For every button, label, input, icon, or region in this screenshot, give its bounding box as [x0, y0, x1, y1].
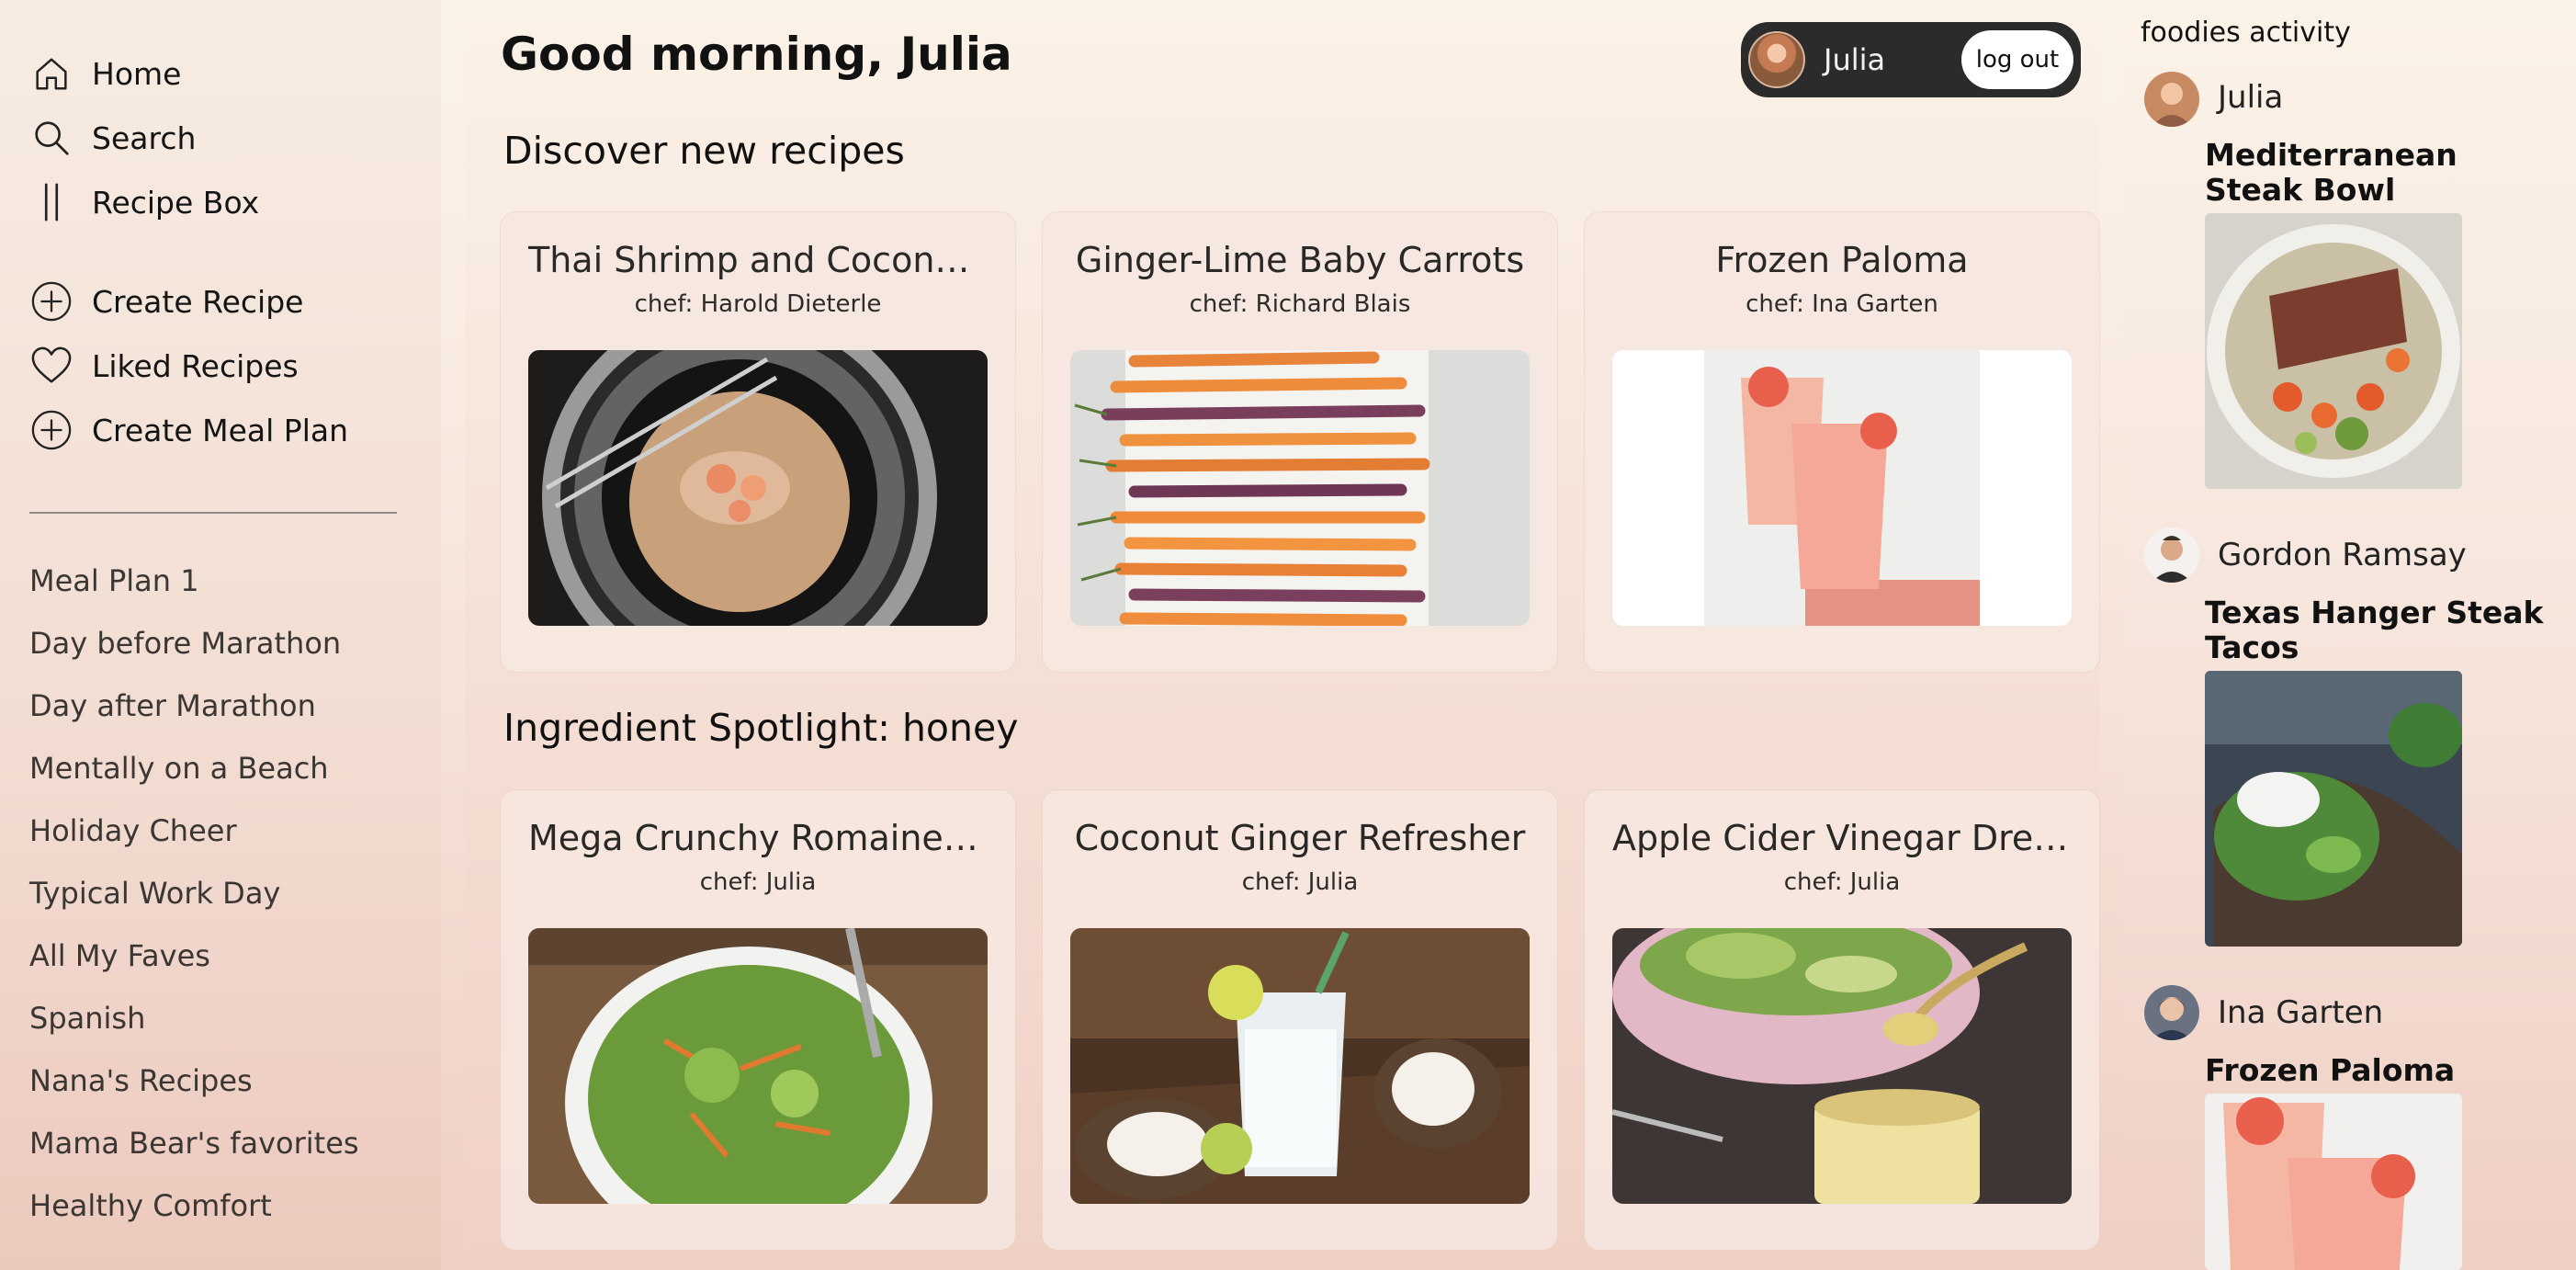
recipe-card[interactable]: Ginger-Lime Baby Carrots chef: Richard B…: [1043, 212, 1557, 672]
nav-search[interactable]: Search: [29, 110, 196, 165]
activity-user[interactable]: Julia: [2218, 79, 2283, 116]
nav-liked-recipes[interactable]: Liked Recipes: [29, 338, 299, 393]
recipe-card[interactable]: Frozen Paloma chef: Ina Garten: [1585, 212, 2099, 672]
meal-plan-item[interactable]: All My Faves: [29, 934, 210, 978]
meal-plan-item[interactable]: Nana's Recipes: [29, 1059, 253, 1103]
recipe-card-title: Apple Cider Vinegar Dres...: [1612, 818, 2072, 858]
activity-recipe-image[interactable]: [2205, 671, 2462, 947]
activity-recipe-image[interactable]: [2205, 213, 2462, 489]
recipe-card-chef: chef: Julia: [699, 868, 817, 896]
nav-create-recipe-label: Create Recipe: [92, 283, 304, 320]
sidebar-divider: [29, 512, 397, 514]
recipe-card-chef: chef: Julia: [1783, 868, 1901, 896]
recipe-card-chef: chef: Harold Dieterle: [634, 290, 882, 318]
nav-recipe-box-label: Recipe Box: [92, 184, 260, 221]
nav-create-meal-plan-label: Create Meal Plan: [92, 412, 349, 448]
recipe-card[interactable]: Apple Cider Vinegar Dres... chef: Julia: [1585, 790, 2099, 1250]
meal-plan-item[interactable]: Mentally on a Beach: [29, 746, 329, 790]
activity-recipe-image[interactable]: [2205, 1094, 2462, 1270]
meal-plan-item[interactable]: Day before Marathon: [29, 621, 341, 665]
nav-create-recipe[interactable]: Create Recipe: [29, 274, 303, 329]
recipe-card-title: Mega Crunchy Romaine ...: [528, 818, 988, 858]
recipe-card-title: Thai Shrimp and Coconu...: [528, 240, 988, 280]
meal-plan-item[interactable]: Mama Bear's favorites: [29, 1121, 359, 1165]
recipe-card[interactable]: Mega Crunchy Romaine ... chef: Julia: [501, 790, 1015, 1250]
meal-plan-item[interactable]: Healthy Comfort: [29, 1184, 272, 1228]
activity-recipe-title[interactable]: Texas Hanger Steak Tacos: [2205, 595, 2554, 665]
recipe-card-title: Coconut Ginger Refresher: [1074, 818, 1526, 858]
recipe-image: [528, 350, 988, 626]
recipe-card-chef: chef: Richard Blais: [1189, 290, 1411, 318]
nav-search-label: Search: [92, 119, 197, 156]
recipe-image: [1070, 928, 1530, 1204]
recipe-card-title: Ginger-Lime Baby Carrots: [1075, 240, 1525, 280]
meal-plan-item[interactable]: Typical Work Day: [29, 871, 280, 915]
recipe-card-chef: chef: Julia: [1241, 868, 1359, 896]
activity-recipe-title[interactable]: Mediterranean Steak Bowl: [2205, 138, 2554, 208]
avatar[interactable]: [2144, 985, 2199, 1040]
page-title: Good morning, Julia: [501, 28, 1012, 81]
recipe-image: [1070, 350, 1530, 626]
user-name: Julia: [1824, 42, 1886, 77]
nav-home-label: Home: [92, 55, 182, 92]
meal-plan-item[interactable]: Day after Marathon: [29, 684, 316, 728]
recipe-card-title: Frozen Paloma: [1715, 240, 1969, 280]
recipe-image: [1612, 350, 2072, 626]
section-title-discover: Discover new recipes: [503, 129, 905, 173]
logout-button[interactable]: log out: [1961, 30, 2073, 89]
meal-plan-item[interactable]: Holiday Cheer: [29, 809, 237, 853]
user-menu: Julia log out: [1741, 22, 2081, 97]
nav-home[interactable]: Home: [29, 46, 181, 101]
recipe-card-chef: chef: Ina Garten: [1746, 290, 1938, 318]
activity-heading: foodies activity: [2141, 17, 2351, 49]
nav-recipe-box[interactable]: Recipe Box: [29, 175, 259, 230]
plus-circle-icon: [29, 279, 73, 323]
recipe-image: [1612, 928, 2072, 1204]
nav-liked-recipes-label: Liked Recipes: [92, 347, 299, 384]
activity-user[interactable]: Ina Garten: [2218, 994, 2383, 1031]
avatar[interactable]: [2144, 72, 2199, 127]
meal-plan-item[interactable]: Spanish: [29, 996, 145, 1040]
section-title-spotlight: Ingredient Spotlight: honey: [503, 706, 1019, 750]
heart-icon: [29, 344, 73, 388]
avatar: [1748, 31, 1805, 88]
recipe-card[interactable]: Coconut Ginger Refresher chef: Julia: [1043, 790, 1557, 1250]
meal-plan-item[interactable]: Meal Plan 1: [29, 559, 199, 603]
activity-recipe-title[interactable]: Frozen Paloma: [2205, 1053, 2554, 1088]
recipe-image: [528, 928, 988, 1204]
activity-user[interactable]: Gordon Ramsay: [2218, 537, 2467, 573]
recipe-box-icon: [29, 180, 73, 224]
home-icon: [29, 51, 73, 96]
plus-circle-icon: [29, 408, 73, 452]
search-icon: [29, 116, 73, 160]
recipe-card[interactable]: Thai Shrimp and Coconu... chef: Harold D…: [501, 212, 1015, 672]
avatar[interactable]: [2144, 527, 2199, 583]
nav-create-meal-plan[interactable]: Create Meal Plan: [29, 403, 348, 458]
